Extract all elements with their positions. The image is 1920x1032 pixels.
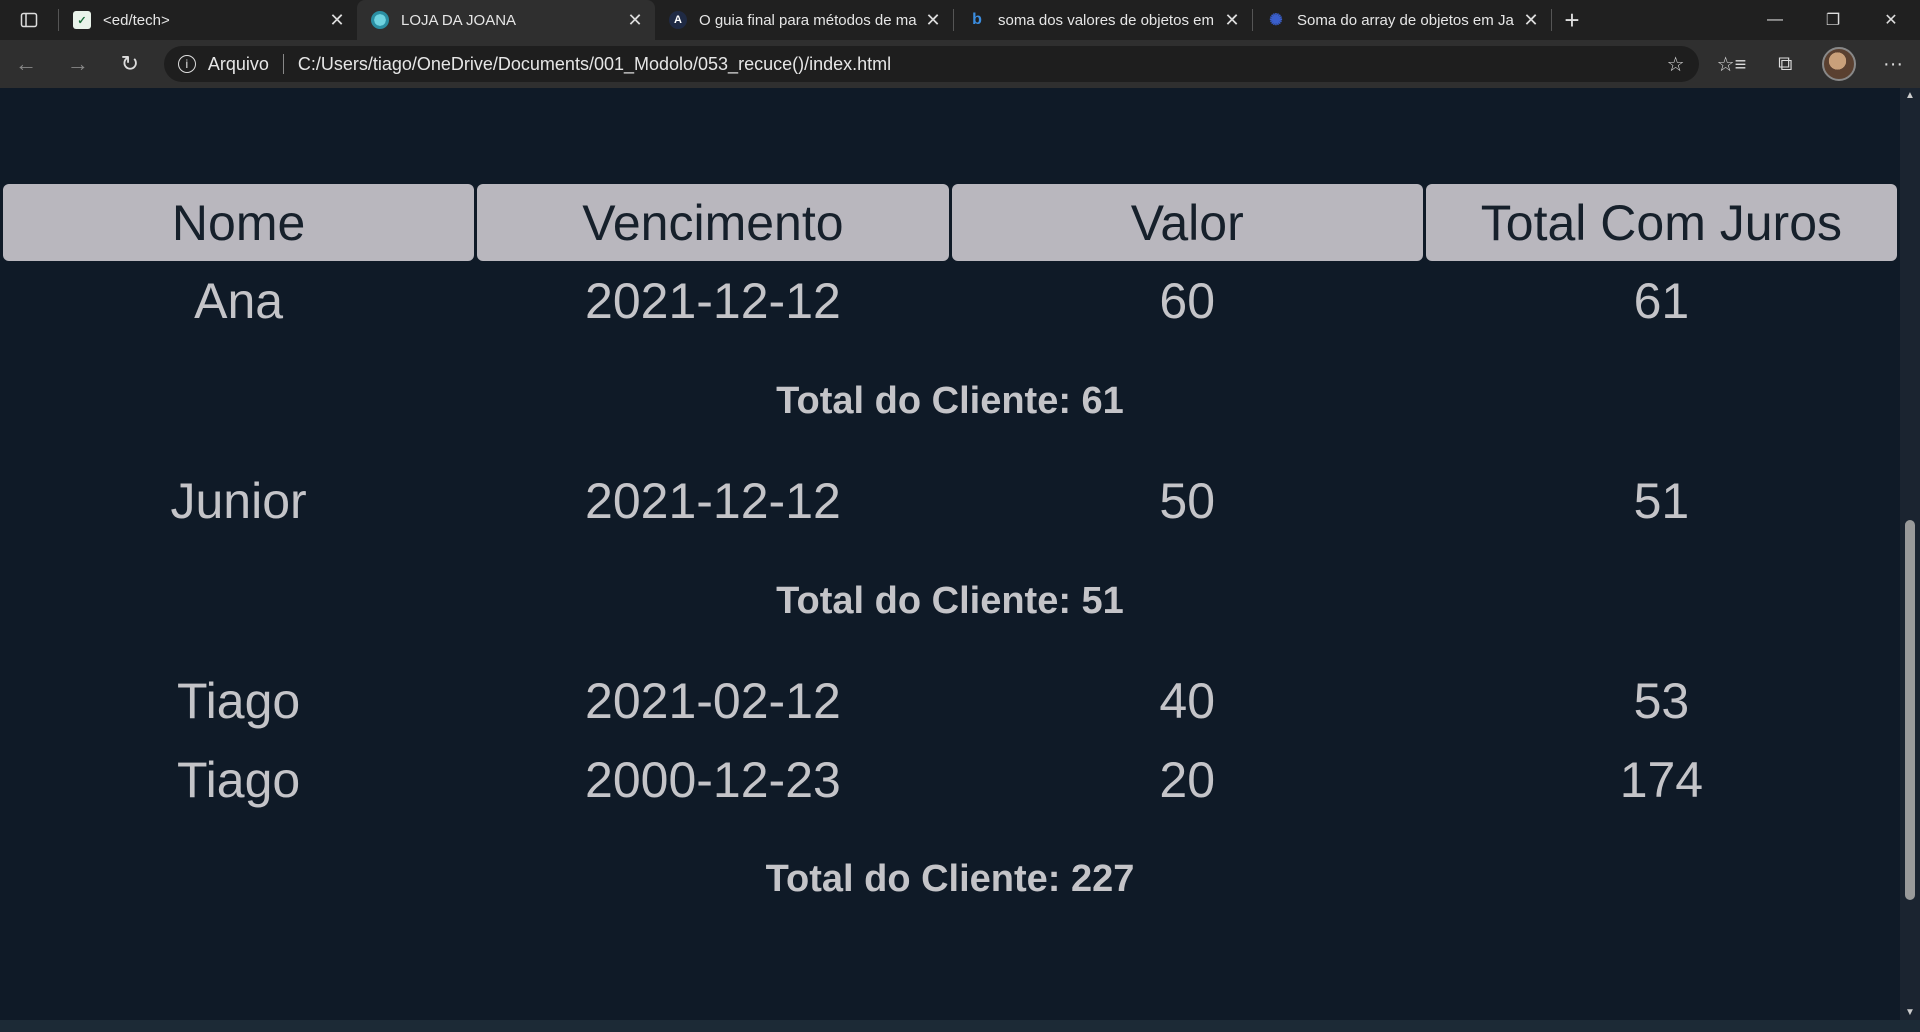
- back-arrow-icon: ←: [14, 51, 37, 76]
- cell-vencimento: 2021-12-12: [585, 473, 841, 529]
- url-text[interactable]: C:/Users/tiago/OneDrive/Documents/001_Mo…: [298, 54, 891, 75]
- cliente-total: Total do Cliente: 61: [776, 379, 1124, 422]
- cell-vencimento: 2021-12-12: [585, 273, 841, 329]
- scheme-label: Arquivo: [207, 53, 269, 74]
- cell-vencimento: 2021-02-12: [585, 673, 841, 729]
- tab-guia-final[interactable]: A O guia final para métodos de ma ✕: [655, 0, 953, 40]
- cell-nome: Junior: [170, 473, 307, 529]
- tab-soma-valores[interactable]: b soma dos valores de objetos em ✕: [954, 0, 1252, 40]
- more-dots-icon: ···: [1883, 52, 1904, 75]
- restore-button[interactable]: ❐: [1804, 0, 1862, 40]
- header-vencimento: Vencimento: [477, 184, 949, 261]
- cliente-total-row: Total do Cliente: 61: [3, 341, 1897, 461]
- forward-arrow-icon: →: [66, 51, 89, 76]
- close-tab-icon[interactable]: ✕: [625, 10, 645, 31]
- tab-actions-icon: [20, 12, 38, 28]
- cliente-total: Total do Cliente: 227: [765, 857, 1135, 900]
- favorites-button[interactable]: ☆≡: [1705, 40, 1759, 88]
- address-bar[interactable]: i Arquivo C:/Users/tiago/OneDrive/Docume…: [163, 46, 1699, 82]
- table-row: Ana 2021-12-12 60 61: [3, 261, 1897, 341]
- cell-nome: Tiago: [176, 752, 301, 808]
- scrollbar-thumb[interactable]: [1905, 520, 1915, 900]
- avatar: [1822, 47, 1857, 81]
- close-window-button[interactable]: ✕: [1862, 0, 1920, 40]
- cell-total: 53: [1633, 673, 1690, 729]
- tab-loja-da-joana[interactable]: LOJA DA JOANA ✕: [357, 0, 655, 40]
- tab-edtech[interactable]: ✓ <ed/tech> ✕: [59, 0, 357, 40]
- collections-icon: ⧉: [1778, 52, 1793, 75]
- a-logo-icon: A: [669, 11, 687, 29]
- gear-site-icon: ✺: [1269, 12, 1283, 29]
- tab-bar: ✓ <ed/tech> ✕ LOJA DA JOANA ✕ A O guia f…: [0, 0, 1920, 40]
- table-row: Tiago 2021-02-12 40 53: [3, 661, 1897, 741]
- table-row: Junior 2021-12-12 50 51: [3, 461, 1897, 541]
- more-menu-button[interactable]: ···: [1866, 40, 1920, 88]
- profile-button[interactable]: [1812, 40, 1866, 88]
- table-header-row: Nome Vencimento Valor Total Com Juros: [3, 184, 1897, 261]
- header-nome: Nome: [3, 184, 475, 261]
- tab-title: Soma do array de objetos em Ja: [1297, 11, 1514, 29]
- taskbar-edge: [0, 1020, 1920, 1032]
- add-favorite-icon[interactable]: ☆: [1667, 52, 1685, 77]
- page-viewport: Nome Vencimento Valor Total Com Juros An…: [0, 88, 1900, 1020]
- table-row: Tiago 2000-12-23 20 174: [3, 741, 1897, 819]
- cell-total: 174: [1619, 752, 1704, 808]
- tab-actions-button[interactable]: [0, 0, 58, 40]
- tab-title: LOJA DA JOANA: [401, 11, 517, 29]
- cliente-total-row: Total do Cliente: 227: [3, 819, 1897, 939]
- back-button[interactable]: ←: [0, 40, 52, 88]
- cliente-total-row: Total do Cliente: 51: [3, 541, 1897, 661]
- page-globe-icon: [371, 11, 389, 29]
- cell-total: 61: [1633, 273, 1690, 329]
- collections-button[interactable]: ⧉: [1758, 40, 1812, 88]
- close-tab-icon[interactable]: ✕: [1222, 10, 1242, 31]
- close-tab-icon[interactable]: ✕: [1521, 10, 1541, 31]
- refresh-icon: ↻: [120, 51, 140, 76]
- close-icon: ✕: [1884, 12, 1898, 29]
- refresh-button[interactable]: ↻: [104, 40, 156, 88]
- cliente-total: Total do Cliente: 51: [776, 579, 1124, 622]
- header-valor: Valor: [951, 184, 1423, 261]
- close-tab-icon[interactable]: ✕: [923, 10, 943, 31]
- tab-title: <ed/tech>: [103, 11, 170, 29]
- cell-nome: Tiago: [176, 673, 301, 729]
- page-scrollbar[interactable]: ▲ ▼: [1900, 88, 1920, 1020]
- restore-icon: ❐: [1825, 12, 1841, 29]
- tab-title: soma dos valores de objetos em: [998, 11, 1214, 29]
- new-tab-button[interactable]: +: [1552, 5, 1592, 36]
- tab-soma-array[interactable]: ✺ Soma do array de objetos em Ja ✕: [1253, 0, 1551, 40]
- cell-nome: Ana: [194, 273, 284, 329]
- cell-vencimento: 2000-12-23: [585, 752, 841, 808]
- scroll-down-arrow-icon[interactable]: ▼: [1900, 1007, 1920, 1018]
- close-tab-icon[interactable]: ✕: [327, 10, 347, 31]
- info-icon[interactable]: i: [177, 55, 196, 73]
- cell-valor: 60: [1159, 273, 1216, 329]
- bing-icon: b: [972, 11, 982, 28]
- cell-valor: 20: [1159, 752, 1216, 808]
- address-separator: [282, 54, 284, 74]
- clientes-table: Nome Vencimento Valor Total Com Juros An…: [0, 184, 1900, 939]
- minimize-icon: —: [1767, 11, 1783, 28]
- window-controls: — ❐ ✕: [1746, 0, 1920, 40]
- scroll-up-arrow-icon[interactable]: ▲: [1900, 90, 1920, 101]
- plus-icon: +: [1564, 4, 1580, 35]
- edtech-icon: ✓: [73, 11, 91, 29]
- favorites-icon: ☆≡: [1716, 53, 1747, 76]
- cell-valor: 50: [1159, 473, 1216, 529]
- forward-button[interactable]: →: [52, 40, 104, 88]
- minimize-button[interactable]: —: [1746, 0, 1804, 40]
- cell-total: 51: [1633, 473, 1690, 529]
- toolbar: ← → ↻ i Arquivo C:/Users/tiago/OneDrive/…: [0, 40, 1920, 88]
- cell-valor: 40: [1159, 673, 1216, 729]
- tab-title: O guia final para métodos de ma: [699, 11, 917, 29]
- header-total-com-juros: Total Com Juros: [1425, 184, 1897, 261]
